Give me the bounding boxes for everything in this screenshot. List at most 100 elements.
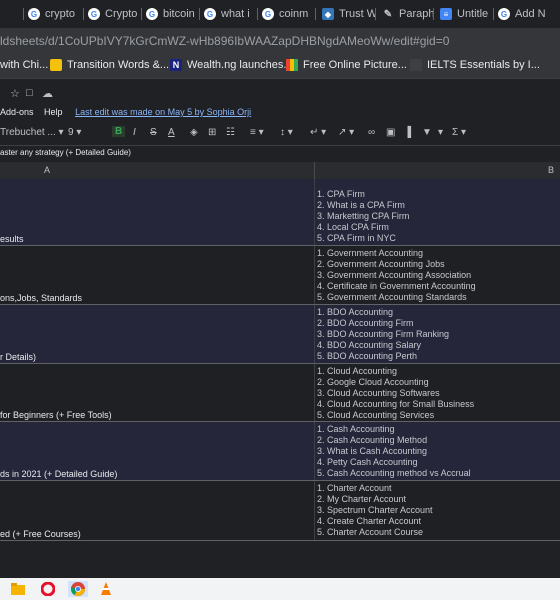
column-header-b[interactable]: B — [548, 165, 554, 175]
google-icon: G — [498, 8, 510, 20]
tab-label: what i — [221, 8, 250, 20]
filter-views-icon[interactable]: ▾ — [438, 127, 443, 138]
borders-icon[interactable]: ⊞ — [208, 127, 216, 138]
align-horizontal-icon[interactable]: ≡ ▾ — [250, 127, 264, 138]
cell-a[interactable]: ds in 2021 (+ Detailed Guide) — [0, 422, 315, 481]
strikethrough-button[interactable]: S — [150, 127, 157, 138]
cell-b[interactable]: 1. Government Accounting 2. Government A… — [315, 246, 560, 305]
insert-comment-icon[interactable]: ▣ — [386, 127, 395, 138]
vlc-icon[interactable] — [98, 581, 114, 597]
cell-b[interactable]: 1. CPA Firm 2. What is a CPA Firm 3. Mar… — [315, 179, 560, 246]
font-select[interactable]: Trebuchet ... ▾ — [0, 127, 64, 138]
font-size-value: 9 — [68, 127, 74, 138]
font-name: Trebuchet ... — [0, 127, 56, 138]
keyword-item: 3. Cloud Accounting Softwares — [317, 388, 440, 398]
bookmark-1[interactable]: with Chi... — [0, 59, 48, 71]
keyword-item: 2. Government Accounting Jobs — [317, 259, 445, 269]
align-vertical-icon[interactable]: ↕ ▾ — [280, 127, 293, 138]
star-icon[interactable]: ☆ — [10, 87, 20, 100]
browser-tab-8[interactable]: ✎ Paraph — [378, 3, 434, 25]
table-row: r Details) 1. BDO Accounting 2. BDO Acco… — [0, 305, 560, 364]
filter-icon[interactable]: ▼ — [422, 127, 432, 138]
browser-tab-4[interactable]: Gbitcoin — [142, 3, 200, 25]
menu-addons[interactable]: Add-ons — [0, 107, 34, 117]
address-bar[interactable]: ldsheets/d/1CoUPbIVY7kGrCmWZ-wHb896IbWAA… — [0, 28, 560, 54]
functions-icon[interactable]: Σ ▾ — [452, 127, 466, 138]
url-text: ldsheets/d/1CoUPbIVY7kGrCmWZ-wHb896IbWAA… — [0, 34, 450, 48]
cell-b[interactable]: 1. BDO Accounting 2. BDO Accounting Firm… — [315, 305, 560, 364]
font-size-select[interactable]: 9 ▾ — [68, 127, 81, 138]
cell-a[interactable]: esults — [0, 179, 315, 246]
italic-button[interactable]: I — [133, 127, 136, 138]
move-icon[interactable]: □ — [26, 87, 33, 99]
keyword-item: 5. Cash Accounting method vs Accrual — [317, 468, 471, 478]
keyword-item: 1. Charter Account — [317, 483, 392, 493]
cell-a[interactable]: for Beginners (+ Free Tools) — [0, 364, 315, 422]
cell-a-text: r Details) — [0, 352, 37, 362]
cell-b[interactable]: 1. Charter Account 2. My Charter Account… — [315, 481, 560, 541]
bookmark-2[interactable]: Transition Words &... — [50, 59, 169, 71]
bookmark-4[interactable]: Free Online Picture... — [286, 59, 407, 71]
fill-color-icon[interactable]: ◈ — [190, 127, 198, 138]
insert-link-icon[interactable]: ∞ — [368, 127, 375, 138]
keyword-item: 2. Google Cloud Accounting — [317, 377, 429, 387]
google-icon: G — [28, 8, 40, 20]
column-header-a[interactable]: A — [44, 165, 50, 175]
browser-tab-2[interactable]: Gcrypto — [24, 3, 84, 25]
cell-a-text: ons,Jobs, Standards — [0, 293, 83, 303]
cell-a[interactable]: ons,Jobs, Standards — [0, 246, 315, 305]
chrome-icon[interactable] — [68, 581, 88, 597]
cell-b[interactable]: 1. Cloud Accounting 2. Google Cloud Acco… — [315, 364, 560, 422]
cell-a-text: for Beginners (+ Free Tools) — [0, 410, 112, 420]
merge-cells-icon[interactable]: ☷ — [226, 127, 235, 138]
browser-tab-10[interactable]: G Add N — [494, 3, 560, 25]
last-edit-link[interactable]: Last edit was made on May 5 by Sophia Or… — [75, 107, 251, 117]
menu-help[interactable]: Help — [44, 107, 63, 117]
text-rotation-icon[interactable]: ↗ ▾ — [338, 127, 354, 138]
opera-icon[interactable] — [40, 581, 56, 597]
tab-label: Untitle — [457, 8, 489, 20]
pen-icon: ✎ — [383, 8, 393, 20]
browser-tab-1[interactable]: l — [0, 3, 24, 25]
cloud-icon[interactable]: ☁ — [42, 87, 53, 100]
text-color-button[interactable]: A — [168, 127, 175, 138]
bold-button[interactable]: B — [112, 126, 126, 137]
table-row: for Beginners (+ Free Tools) 1. Cloud Ac… — [0, 364, 560, 422]
text-wrapping-icon[interactable]: ↵ ▾ — [310, 127, 326, 138]
picture-icon — [286, 59, 298, 71]
docs-icon: ≡ — [440, 8, 452, 20]
browser-tab-9[interactable]: ≡ Untitle — [436, 3, 494, 25]
browser-tab-7[interactable]: ◆ Trust W — [318, 3, 376, 25]
keyword-item: 3. Marketting CPA Firm — [317, 211, 410, 221]
google-icon: G — [88, 8, 100, 20]
cell-a[interactable]: r Details) — [0, 305, 315, 364]
formula-bar[interactable]: aster any strategy (+ Detailed Guide) — [0, 146, 560, 163]
bookmark-label: Free Online Picture... — [303, 59, 407, 71]
shield-icon: ◆ — [322, 8, 334, 20]
sheets-header: ☆ □ ☁ Add-ons Help Last edit was made on… — [0, 79, 560, 123]
tab-label: bitcoin — [163, 8, 195, 20]
browser-tab-5[interactable]: Gwhat i — [200, 3, 258, 25]
keyword-item: 5. BDO Accounting Perth — [317, 351, 418, 361]
keyword-item: 2. What is a CPA Firm — [317, 200, 405, 210]
keyword-item: 2. BDO Accounting Firm — [317, 318, 414, 328]
transition-words-icon — [50, 59, 62, 71]
cell-a[interactable]: ed (+ Free Courses) — [0, 481, 315, 541]
bookmark-5[interactable]: IELTS Essentials by I... — [410, 59, 540, 71]
bookmark-3[interactable]: N Wealth.ng launches... — [170, 59, 293, 71]
insert-chart-icon[interactable]: ▐ — [404, 127, 411, 138]
file-explorer-icon[interactable] — [10, 581, 26, 597]
browser-tab-3[interactable]: G Crypto — [84, 3, 142, 25]
keyword-item: 5. CPA Firm in NYC — [317, 233, 396, 243]
keyword-item: 3. Spectrum Charter Account — [317, 505, 433, 515]
table-row: ds in 2021 (+ Detailed Guide) 1. Cash Ac… — [0, 422, 560, 481]
cell-b[interactable]: 1. Cash Accounting 2. Cash Accounting Me… — [315, 422, 560, 481]
cell-a-text: ds in 2021 (+ Detailed Guide) — [0, 469, 118, 479]
keyword-item: 4. Local CPA Firm — [317, 222, 389, 232]
wealth-ng-icon: N — [170, 59, 182, 71]
ielts-icon — [410, 59, 422, 71]
tab-label: coinm — [279, 8, 309, 20]
bookmark-label: Wealth.ng launches... — [187, 59, 293, 71]
browser-tab-6[interactable]: Gcoinm — [258, 3, 316, 25]
browser-tab-strip: l Gcrypto G Crypto Gbitcoin Gwhat i Gcoin… — [0, 0, 560, 29]
